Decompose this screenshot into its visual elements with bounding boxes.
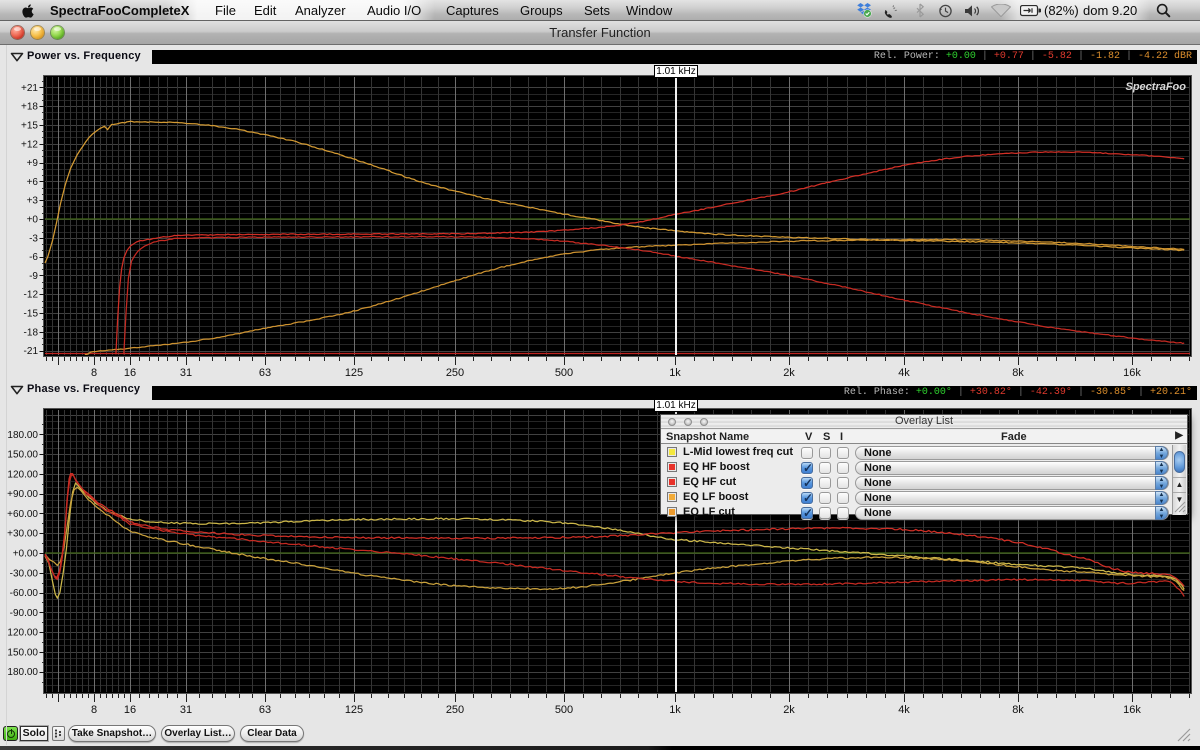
svg-text:1k: 1k: [669, 704, 681, 716]
svg-text:-30.00: -30.00: [10, 568, 39, 579]
svg-text:+0.00: +0.00: [13, 549, 39, 560]
svg-text:120.00: 120.00: [7, 469, 38, 480]
svg-text:16: 16: [124, 704, 136, 716]
svg-text:16k: 16k: [1123, 704, 1141, 716]
svg-text:+90.00: +90.00: [7, 489, 38, 500]
svg-text:250: 250: [446, 704, 464, 716]
svg-text:31: 31: [180, 704, 192, 716]
svg-text:2k: 2k: [783, 704, 795, 716]
svg-text:150.00: 150.00: [7, 647, 38, 658]
svg-text:180.00: 180.00: [7, 667, 38, 678]
svg-text:8k: 8k: [1012, 704, 1024, 716]
svg-text:4k: 4k: [898, 704, 910, 716]
svg-text:-60.00: -60.00: [10, 588, 39, 599]
svg-text:180.00: 180.00: [7, 430, 38, 441]
svg-text:125: 125: [345, 704, 363, 716]
svg-text:8: 8: [91, 704, 97, 716]
svg-text:+30.00: +30.00: [7, 529, 38, 540]
svg-text:120.00: 120.00: [7, 628, 38, 639]
svg-text:-90.00: -90.00: [10, 608, 39, 619]
svg-text:63: 63: [259, 704, 271, 716]
svg-text:+60.00: +60.00: [7, 509, 38, 520]
svg-text:150.00: 150.00: [7, 450, 38, 461]
svg-text:500: 500: [555, 704, 573, 716]
